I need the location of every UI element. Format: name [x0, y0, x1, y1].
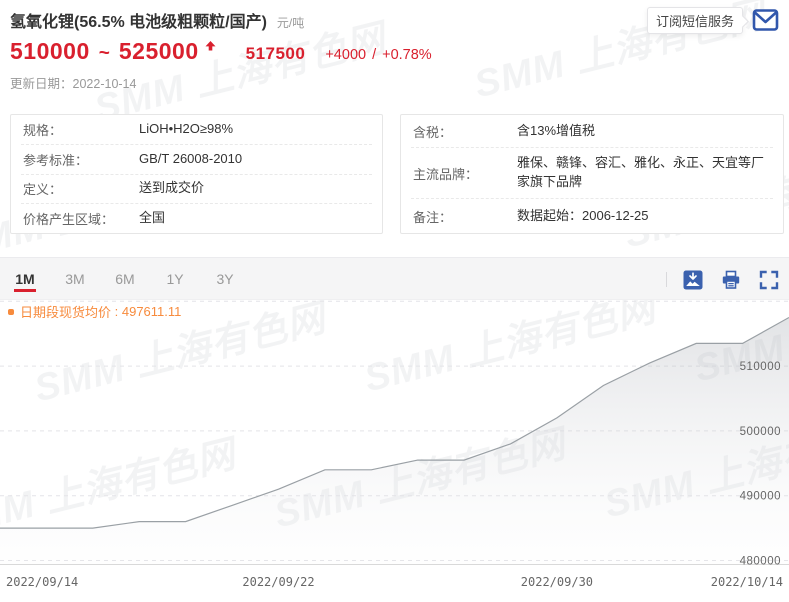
- info-value: 送到成交价: [139, 180, 205, 196]
- subscribe-mail-button[interactable]: [752, 8, 779, 35]
- info-row: 含税： 含13%增值税: [411, 115, 773, 147]
- price-range-tilde: ~: [98, 43, 110, 64]
- legend-marker-icon: [8, 308, 14, 315]
- tab-6m[interactable]: 6M: [100, 258, 150, 299]
- info-row: 主流品牌： 雅保、赣锋、容汇、雅化、永正、天宜等厂家旗下品牌: [411, 147, 773, 198]
- info-row: 参考标准： GB/T 26008-2010: [21, 143, 372, 174]
- x-axis-label: 2022/09/22: [242, 575, 314, 589]
- info-label: 主流品牌：: [413, 166, 479, 182]
- info-row: 备注： 数据起始：2006-12-25: [411, 198, 773, 233]
- y-axis-label: 490000: [740, 491, 781, 503]
- print-icon: [721, 270, 741, 290]
- spec-info-panel: 规格： LiOH•H2O≥98% 参考标准： GB/T 26008-2010 定义： 送到…: [10, 114, 383, 234]
- price-chart-svg[interactable]: 510000 500000 490000 480000 2022/09/14 2022/0…: [0, 296, 789, 602]
- price-change-separator: /: [372, 47, 377, 63]
- info-row: 定义： 送到成交价: [21, 173, 372, 204]
- legend-label: 日期段现货均价: [20, 305, 112, 320]
- info-value: 数据起始：2006-12-25: [517, 207, 649, 223]
- info-label: 规格：: [23, 122, 63, 138]
- fullscreen-button[interactable]: [759, 270, 779, 290]
- page-title: 氢氧化锂(56.5% 电池级粗颗粒/国产): [10, 14, 267, 31]
- print-button[interactable]: [721, 270, 741, 290]
- x-axis-label: 2022/10/14: [711, 575, 783, 589]
- y-axis-label: 510000: [740, 361, 781, 373]
- info-label: 价格产生区域：: [23, 212, 115, 228]
- y-axis-label: 480000: [740, 556, 781, 568]
- tax-brand-info-panel: 含税： 含13%增值税主流品牌： 雅保、赣锋、容汇、雅化、永正、天宜等厂家旗下品牌备…: [400, 114, 784, 234]
- price-change-abs: +4000: [325, 47, 367, 63]
- info-value: 雅保、赣锋、容汇、雅化、永正、天宜等厂家旗下品牌: [517, 155, 765, 189]
- tab-1y[interactable]: 1Y: [150, 258, 200, 299]
- price-up-icon: [205, 38, 216, 56]
- toolbar-divider: [666, 272, 667, 287]
- info-value: LiOH•H2O≥98%: [139, 120, 234, 136]
- update-date-row: 更新日期：2022-10-14: [10, 73, 136, 92]
- info-row: 规格： LiOH•H2O≥98%: [21, 115, 372, 144]
- header: 氢氧化锂(56.5% 电池级粗颗粒/国产) 元/吨: [10, 8, 304, 32]
- subscribe-sms-tooltip[interactable]: 订阅短信服务: [647, 7, 743, 34]
- update-date-label: 更新日期：: [10, 77, 73, 91]
- save-image-button[interactable]: [683, 270, 703, 290]
- info-label: 备注：: [413, 209, 453, 225]
- y-axis-label: 500000: [740, 426, 781, 438]
- range-tabs: 1M 3M 6M 1Y 3Y: [0, 258, 789, 299]
- mail-icon: [752, 9, 779, 35]
- legend-colon: :: [111, 304, 122, 319]
- x-axis-label: 2022/09/14: [6, 575, 78, 589]
- price-change-pct: +0.78%: [382, 47, 432, 63]
- price-row: 510000 ~ 525000 517500 +4000 / +0.78%: [10, 38, 438, 65]
- info-row: 价格产生区域： 全国: [21, 203, 372, 233]
- price-high: 525000: [118, 38, 199, 64]
- price-change: +4000 / +0.78%: [325, 47, 437, 63]
- price-chart-area[interactable]: 510000 500000 490000 480000 2022/09/14 2022/0…: [0, 296, 789, 602]
- tab-1m[interactable]: 1M: [0, 258, 50, 299]
- tab-3m[interactable]: 3M: [50, 258, 100, 299]
- info-label: 定义：: [23, 182, 63, 198]
- price-average: 517500: [245, 44, 306, 63]
- fullscreen-icon: [759, 270, 779, 290]
- subscribe-sms-label: 订阅短信服务: [655, 14, 734, 29]
- info-label: 含税：: [413, 124, 453, 140]
- price-detail-page: SMM 上海有色网SMM 上海有色网SMM 上海有色网SMM 上海有色网SMM …: [0, 0, 789, 602]
- x-axis-label: 2022/09/30: [521, 575, 593, 589]
- legend-value: 497611.11: [121, 304, 182, 319]
- save-image-icon: [683, 270, 703, 290]
- info-value: 全国: [139, 210, 166, 226]
- chart-range-tabbar: 1M 3M 6M 1Y 3Y: [0, 257, 789, 300]
- info-value: 含13%增值税: [517, 122, 596, 138]
- info-value: GB/T 26008-2010: [139, 150, 243, 166]
- info-label: 参考标准：: [23, 152, 89, 168]
- update-date-value: 2022-10-14: [72, 77, 137, 91]
- price-unit: 元/吨: [276, 16, 305, 30]
- price-low: 510000: [10, 38, 90, 64]
- series-legend[interactable]: 日期段现货均价 : 497611.11: [8, 302, 181, 321]
- tab-3y[interactable]: 3Y: [200, 258, 250, 299]
